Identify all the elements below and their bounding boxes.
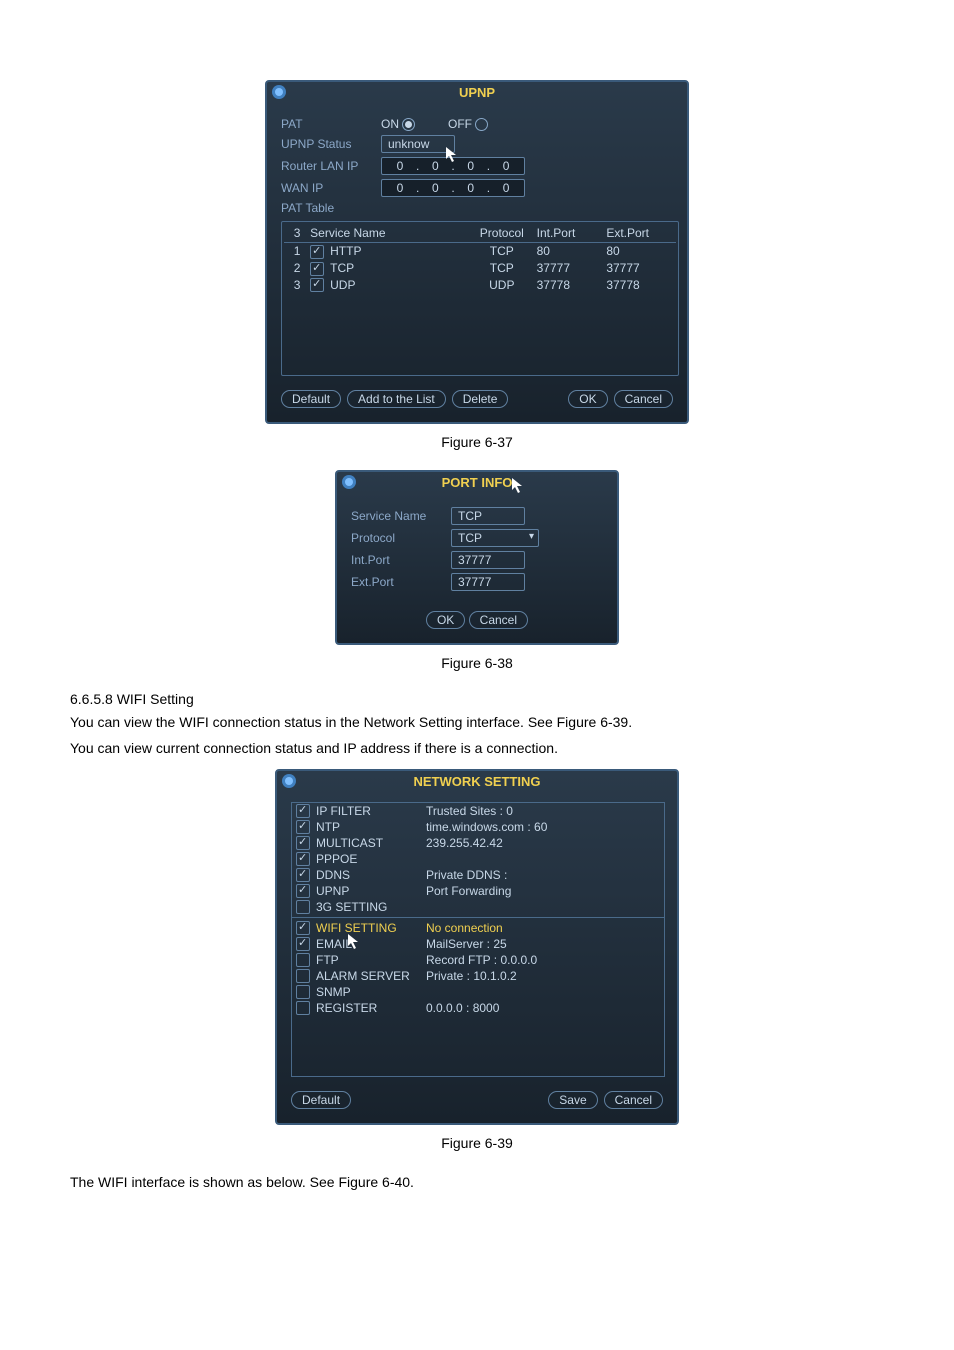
checkbox[interactable] <box>296 969 310 983</box>
col-int-port: Int.Port <box>537 226 607 240</box>
upnp-dialog: UPNP PAT ON OFF UPNP Status unknow Route… <box>265 80 689 424</box>
protocol-label: Protocol <box>351 531 451 545</box>
ok-button[interactable]: OK <box>568 390 607 408</box>
cursor-icon <box>512 478 524 494</box>
network-list: IP FILTERTrusted Sites : 0 NTPtime.windo… <box>291 802 665 1077</box>
app-icon <box>271 84 287 100</box>
checkbox[interactable] <box>296 900 310 914</box>
list-item[interactable]: ALARM SERVERPrivate : 10.1.0.2 <box>292 968 664 984</box>
dialog-title: PORT INFO <box>337 472 617 493</box>
dialog-title: UPNP <box>267 82 687 103</box>
list-item-wifi[interactable]: WIFI SETTING No connection <box>292 920 664 936</box>
cancel-button[interactable]: Cancel <box>614 390 673 408</box>
ok-button[interactable]: OK <box>426 611 465 629</box>
table-row[interactable]: 2 TCP TCP 37777 37777 <box>284 260 676 277</box>
table-row[interactable]: 1 HTTP TCP 80 80 <box>284 243 676 260</box>
checkbox[interactable] <box>296 852 310 866</box>
list-item[interactable]: DDNSPrivate DDNS : <box>292 867 664 883</box>
dialog-title: NETWORK SETTING <box>277 771 677 792</box>
off-label: OFF <box>448 117 472 131</box>
list-item[interactable]: PPPOE <box>292 851 664 867</box>
delete-button[interactable]: Delete <box>452 390 509 408</box>
list-item[interactable]: SNMP <box>292 984 664 1000</box>
row-checkbox[interactable] <box>310 262 324 276</box>
int-port-label: Int.Port <box>351 553 451 567</box>
wan-ip-label: WAN IP <box>281 181 381 195</box>
list-item[interactable]: 3G SETTING <box>292 899 664 915</box>
list-item[interactable]: REGISTER0.0.0.0 : 8000 <box>292 1000 664 1016</box>
checkbox[interactable] <box>296 953 310 967</box>
pat-table-label: PAT Table <box>281 201 381 215</box>
int-port-input[interactable]: 37777 <box>451 551 525 569</box>
pat-off-radio[interactable] <box>475 118 488 131</box>
add-to-list-button[interactable]: Add to the List <box>347 390 446 408</box>
checkbox[interactable] <box>296 836 310 850</box>
body-text: You can view the WIFI connection status … <box>70 711 884 735</box>
figure-caption: Figure 6-38 <box>70 655 884 671</box>
pat-table: 3 Service Name Protocol Int.Port Ext.Por… <box>281 221 679 376</box>
col-idx: 3 <box>284 226 310 240</box>
checkbox[interactable] <box>296 804 310 818</box>
ext-port-label: Ext.Port <box>351 575 451 589</box>
list-item[interactable]: FTPRecord FTP : 0.0.0.0 <box>292 952 664 968</box>
pat-label: PAT <box>281 117 381 131</box>
service-name-input[interactable]: TCP <box>451 507 525 525</box>
list-item[interactable]: EMAIL MailServer : 25 <box>292 936 664 952</box>
table-row[interactable]: 3 UDP UDP 37778 37778 <box>284 277 676 294</box>
app-icon <box>281 773 297 789</box>
wan-ip[interactable]: 0. 0. 0. 0 <box>381 179 525 197</box>
network-setting-dialog: NETWORK SETTING IP FILTERTrusted Sites :… <box>275 769 679 1125</box>
service-name-label: Service Name <box>351 509 451 523</box>
upnp-status-label: UPNP Status <box>281 137 381 151</box>
row-checkbox[interactable] <box>310 278 324 292</box>
body-text: The WIFI interface is shown as below. Se… <box>70 1171 884 1195</box>
col-service-name: Service Name <box>310 226 467 240</box>
checkbox[interactable] <box>296 921 310 935</box>
save-button[interactable]: Save <box>548 1091 597 1109</box>
col-ext-port: Ext.Port <box>606 226 676 240</box>
checkbox[interactable] <box>296 820 310 834</box>
on-label: ON <box>381 117 399 131</box>
checkbox[interactable] <box>296 884 310 898</box>
figure-caption: Figure 6-39 <box>70 1135 884 1151</box>
body-text: You can view current connection status a… <box>70 737 884 761</box>
protocol-select[interactable]: TCP <box>451 529 539 547</box>
checkbox[interactable] <box>296 868 310 882</box>
pat-on-radio[interactable] <box>402 118 415 131</box>
section-heading: 6.6.5.8 WIFI Setting <box>70 691 884 707</box>
cancel-button[interactable]: Cancel <box>469 611 528 629</box>
cancel-button[interactable]: Cancel <box>604 1091 663 1109</box>
default-button[interactable]: Default <box>291 1091 351 1109</box>
list-item[interactable]: UPNPPort Forwarding <box>292 883 664 899</box>
list-item[interactable]: MULTICAST239.255.42.42 <box>292 835 664 851</box>
list-item[interactable]: IP FILTERTrusted Sites : 0 <box>292 803 664 819</box>
router-lan-label: Router LAN IP <box>281 159 381 173</box>
list-item[interactable]: NTPtime.windows.com : 60 <box>292 819 664 835</box>
checkbox[interactable] <box>296 1001 310 1015</box>
upnp-status-value: unknow <box>381 135 455 153</box>
figure-caption: Figure 6-37 <box>70 434 884 450</box>
port-info-dialog: PORT INFO Service Name TCP Protocol TCP … <box>335 470 619 645</box>
checkbox[interactable] <box>296 937 310 951</box>
row-checkbox[interactable] <box>310 245 324 259</box>
ext-port-input[interactable]: 37777 <box>451 573 525 591</box>
col-protocol: Protocol <box>467 226 537 240</box>
router-lan-ip[interactable]: 0. 0. 0. 0 <box>381 157 525 175</box>
checkbox[interactable] <box>296 985 310 999</box>
default-button[interactable]: Default <box>281 390 341 408</box>
